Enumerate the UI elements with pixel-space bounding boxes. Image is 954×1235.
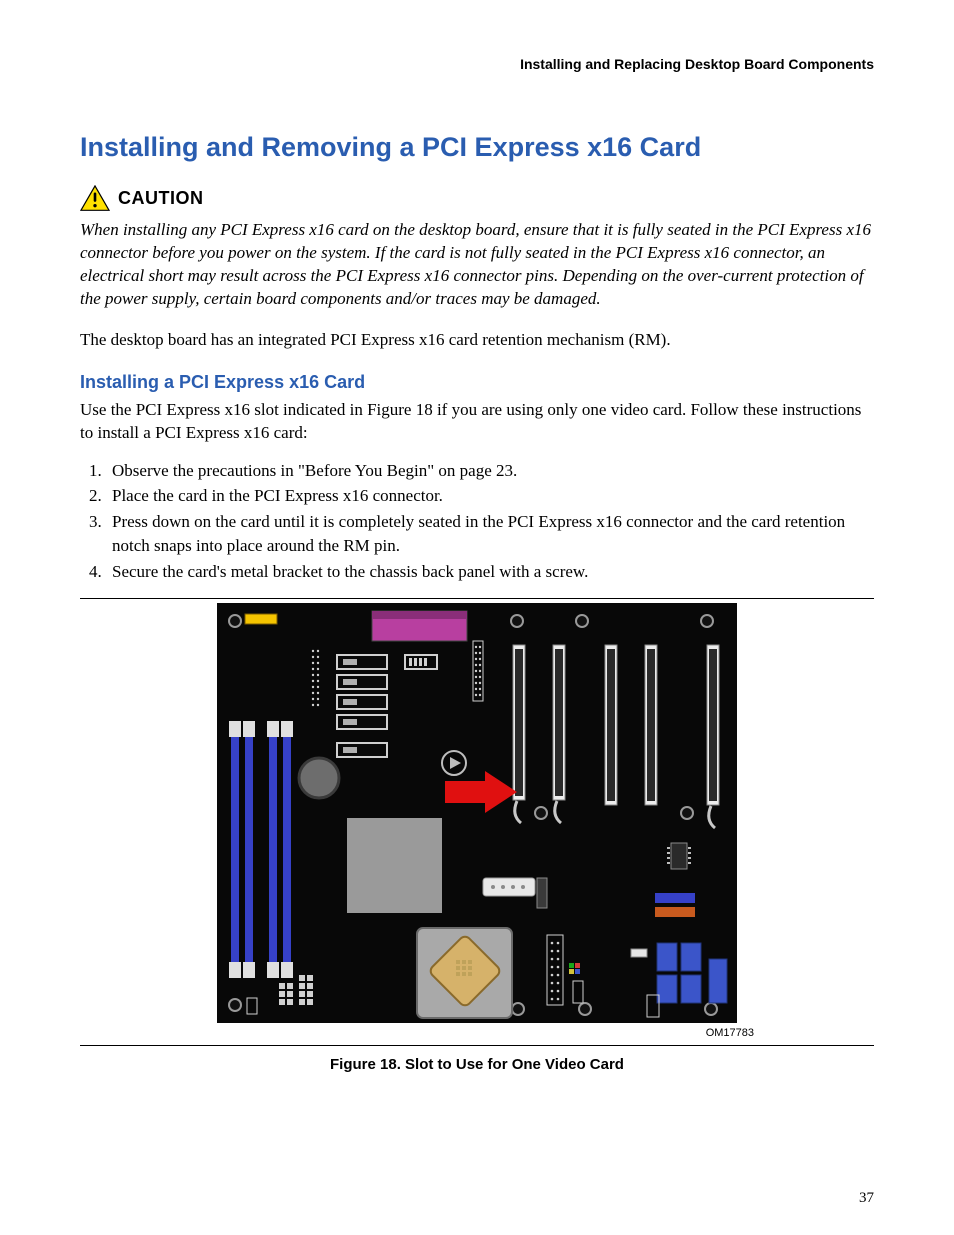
page-number: 37 <box>859 1190 874 1207</box>
separator-top <box>80 598 874 599</box>
subsection-title: Installing a PCI Express x16 Card <box>80 372 874 393</box>
figure-18 <box>80 603 874 1023</box>
step-item: Place the card in the PCI Express x16 co… <box>106 484 874 508</box>
steps-list: Observe the precautions in "Before You B… <box>80 459 874 584</box>
intro-body: The desktop board has an integrated PCI … <box>80 329 874 352</box>
caution-label: CAUTION <box>118 188 204 209</box>
motherboard-diagram <box>217 603 737 1023</box>
caution-body: When installing any PCI Express x16 card… <box>80 219 874 311</box>
caution-heading: CAUTION <box>80 185 874 211</box>
figure-om-code: OM17783 <box>80 1027 754 1039</box>
step-item: Observe the precautions in "Before You B… <box>106 459 874 483</box>
step-item: Press down on the card until it is compl… <box>106 510 874 558</box>
subsection-intro: Use the PCI Express x16 slot indicated i… <box>80 399 874 445</box>
section-title: Installing and Removing a PCI Express x1… <box>80 132 874 163</box>
figure-caption: Figure 18. Slot to Use for One Video Car… <box>80 1056 874 1073</box>
running-head: Installing and Replacing Desktop Board C… <box>80 56 874 72</box>
warning-triangle-icon <box>80 185 110 211</box>
step-item: Secure the card's metal bracket to the c… <box>106 560 874 584</box>
page-container: Installing and Replacing Desktop Board C… <box>0 0 954 1235</box>
separator-bottom <box>80 1045 874 1046</box>
